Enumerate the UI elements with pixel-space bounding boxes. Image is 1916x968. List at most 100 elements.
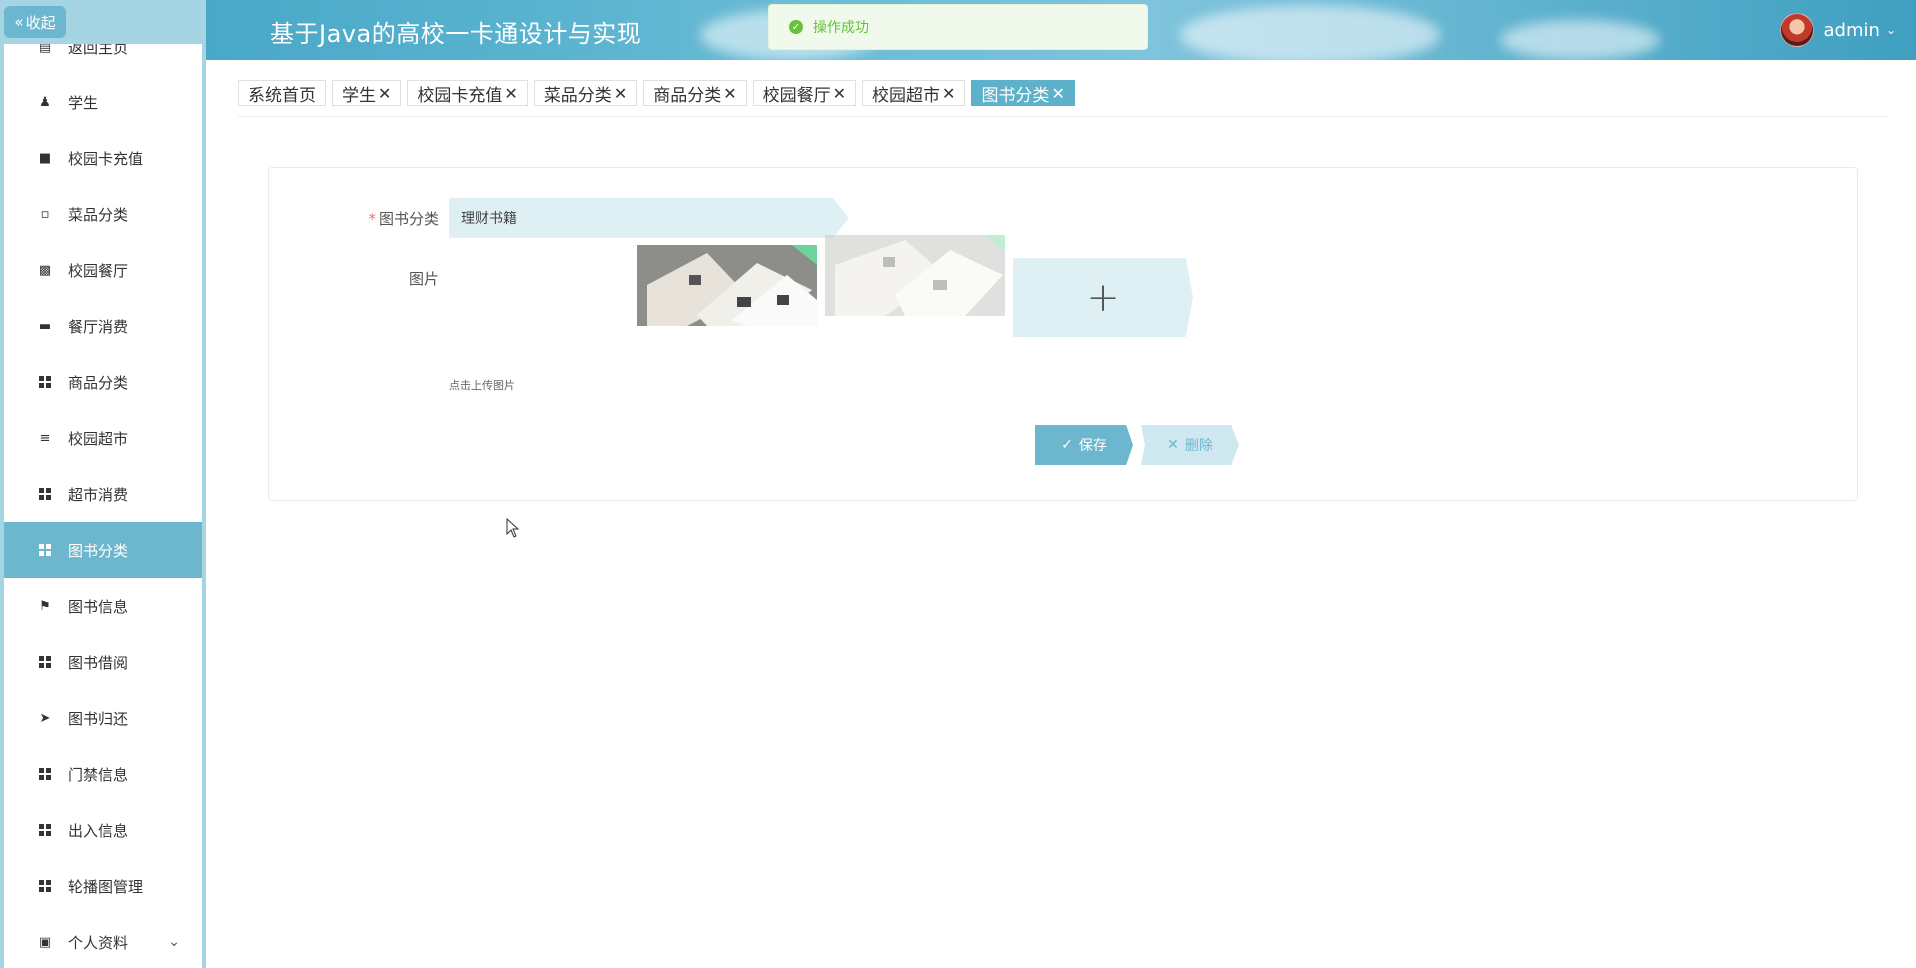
image-label: 图片 — [408, 270, 439, 288]
sidebar-item-label: 校园超市 — [68, 429, 129, 448]
delete-button[interactable]: ✕ 删除 — [1141, 425, 1239, 465]
upload-image-button[interactable]: + — [1013, 258, 1193, 337]
tab-book-category[interactable]: 图书分类 ✕ — [971, 80, 1075, 106]
sidebar-item-book-info[interactable]: ⚑ 图书信息 — [4, 578, 202, 634]
success-toast: ✓ 操作成功 — [768, 4, 1148, 50]
check-icon: ✓ — [1061, 437, 1073, 453]
user-name[interactable]: admin — [1824, 20, 1880, 41]
sidebar-item-label: 超市消费 — [68, 485, 129, 504]
close-icon[interactable]: ✕ — [1051, 84, 1064, 103]
tab-label: 校园卡充值 — [417, 85, 503, 106]
tab-home[interactable]: 系统首页 — [238, 80, 326, 106]
plus-icon: + — [1086, 274, 1120, 321]
uploaded-image[interactable] — [637, 245, 817, 326]
category-input[interactable]: 理财书籍 — [449, 198, 849, 238]
tab-dish-category[interactable]: 菜品分类 ✕ — [533, 80, 638, 106]
sidebar-item-profile[interactable]: ▣ 个人资料 ⌄ — [4, 914, 202, 968]
sidebar-item-card-recharge[interactable]: ■ 校园卡充值 — [4, 130, 202, 186]
tab-goods-category[interactable]: 商品分类 ✕ — [643, 80, 747, 106]
tab-bar: 系统首页 学生 ✕ 校园卡充值 ✕ 菜品分类 ✕ 商品分类 ✕ 校园餐厅 ✕ 校… — [238, 80, 1075, 106]
tab-label: 校园超市 — [872, 85, 941, 106]
sidebar-item-label: 返回主页 — [68, 44, 129, 57]
sidebar-item-book-return[interactable]: ➤ 图书归还 — [4, 690, 202, 746]
category-input-value: 理财书籍 — [461, 211, 517, 227]
close-icon: ✕ — [1167, 437, 1179, 453]
sidebar-item-label: 图书信息 — [68, 597, 129, 616]
user-menu[interactable]: admin ⌄ — [1779, 12, 1896, 48]
tab-divider — [238, 116, 1888, 117]
sidebar-item-label: 校园餐厅 — [68, 261, 129, 280]
close-icon[interactable]: ✕ — [504, 84, 517, 103]
sidebar-item-home[interactable]: ▤ 返回主页 — [4, 44, 202, 75]
collapse-button[interactable]: « 收起 — [4, 6, 66, 38]
list-icon: ≡ — [39, 430, 51, 446]
toast-message: 操作成功 — [813, 20, 869, 36]
tab-card-recharge[interactable]: 校园卡充值 ✕ — [407, 80, 528, 106]
sidebar-item-label: 出入信息 — [68, 821, 129, 840]
send-icon: ➤ — [39, 710, 51, 726]
tab-label: 系统首页 — [248, 85, 316, 106]
grid-icon — [38, 823, 52, 837]
sidebar-item-label: 图书归还 — [68, 709, 129, 728]
tab-label: 菜品分类 — [543, 85, 612, 106]
monitor-icon: ▬ — [38, 318, 52, 334]
grid-icon — [38, 655, 52, 669]
sidebar-item-label: 餐厅消费 — [68, 317, 129, 336]
close-icon[interactable]: ✕ — [378, 84, 391, 103]
upload-tip: 点击上传图片 — [449, 379, 515, 392]
close-icon[interactable]: ✕ — [614, 84, 627, 103]
delete-label: 删除 — [1184, 438, 1213, 454]
sidebar-item-entry-exit[interactable]: 出入信息 — [4, 802, 202, 858]
sidebar-item-canteen-consume[interactable]: ▬ 餐厅消费 — [4, 298, 202, 354]
sidebar-item-label: 商品分类 — [68, 373, 129, 392]
grid-icon — [38, 767, 52, 781]
sidebar-item-label: 个人资料 — [68, 933, 129, 952]
sidebar-item-student[interactable]: ♟ 学生 — [4, 74, 202, 130]
sidebar-item-dish-category[interactable]: ▫ 菜品分类 — [4, 186, 202, 242]
sidebar-item-label: 菜品分类 — [68, 205, 129, 224]
sidebar: « 收起 ▤ 返回主页 ♟ 学生 ■ 校园卡充值 ▫ 菜品分类 ▩ 校园餐厅 ▬… — [0, 0, 206, 968]
sidebar-menu: ▤ 返回主页 ♟ 学生 ■ 校园卡充值 ▫ 菜品分类 ▩ 校园餐厅 ▬ 餐厅消费… — [4, 44, 202, 968]
tab-label: 校园餐厅 — [762, 85, 831, 106]
mouse-cursor-icon — [506, 517, 520, 542]
close-icon[interactable]: ✕ — [723, 84, 736, 103]
sidebar-item-access-control[interactable]: 门禁信息 — [4, 746, 202, 802]
close-icon[interactable]: ✕ — [942, 84, 955, 103]
sidebar-item-book-category[interactable]: 图书分类 — [4, 522, 202, 578]
save-button[interactable]: ✓ 保存 — [1035, 425, 1133, 465]
avatar[interactable] — [1779, 13, 1814, 47]
check-circle-icon: ✓ — [789, 20, 803, 34]
chevron-down-icon: ⌄ — [168, 934, 180, 950]
tab-supermarket[interactable]: 校园超市 ✕ — [862, 80, 966, 106]
sidebar-item-goods-category[interactable]: 商品分类 — [4, 354, 202, 410]
grid-icon — [38, 879, 52, 893]
chevron-down-icon[interactable]: ⌄ — [1886, 23, 1896, 37]
sidebar-item-label: 图书借阅 — [68, 653, 129, 672]
header-cloud — [1500, 20, 1660, 60]
sidebar-item-label: 图书分类 — [68, 541, 129, 560]
header-cloud — [1180, 5, 1440, 60]
grid-icon — [38, 375, 52, 389]
close-icon[interactable]: ✕ — [833, 84, 846, 103]
card-icon: ■ — [38, 150, 52, 166]
grid-icon — [38, 487, 52, 501]
clipboard-icon: ▩ — [38, 262, 52, 278]
sidebar-item-label: 门禁信息 — [68, 765, 129, 784]
tab-canteen[interactable]: 校园餐厅 ✕ — [752, 80, 857, 106]
uploaded-image-preview[interactable] — [825, 235, 1005, 316]
user-icon: ♟ — [39, 94, 51, 110]
sidebar-item-carousel[interactable]: 轮播图管理 — [4, 858, 202, 914]
sidebar-item-label: 轮播图管理 — [68, 877, 144, 896]
grid-icon — [38, 543, 52, 557]
category-label: * 图书分类 — [368, 210, 439, 228]
sidebar-item-supermarket-consume[interactable]: 超市消费 — [4, 466, 202, 522]
tab-label: 学生 — [342, 85, 376, 106]
tab-student[interactable]: 学生 ✕ — [332, 80, 402, 106]
sidebar-item-supermarket[interactable]: ≡ 校园超市 — [4, 410, 202, 466]
message-icon: ▫ — [40, 206, 50, 222]
sidebar-item-canteen[interactable]: ▩ 校园餐厅 — [4, 242, 202, 298]
home-icon: ▤ — [38, 44, 52, 55]
sidebar-item-book-borrow[interactable]: 图书借阅 — [4, 634, 202, 690]
collapse-label: 收起 — [25, 13, 56, 32]
required-mark: * — [368, 210, 376, 228]
